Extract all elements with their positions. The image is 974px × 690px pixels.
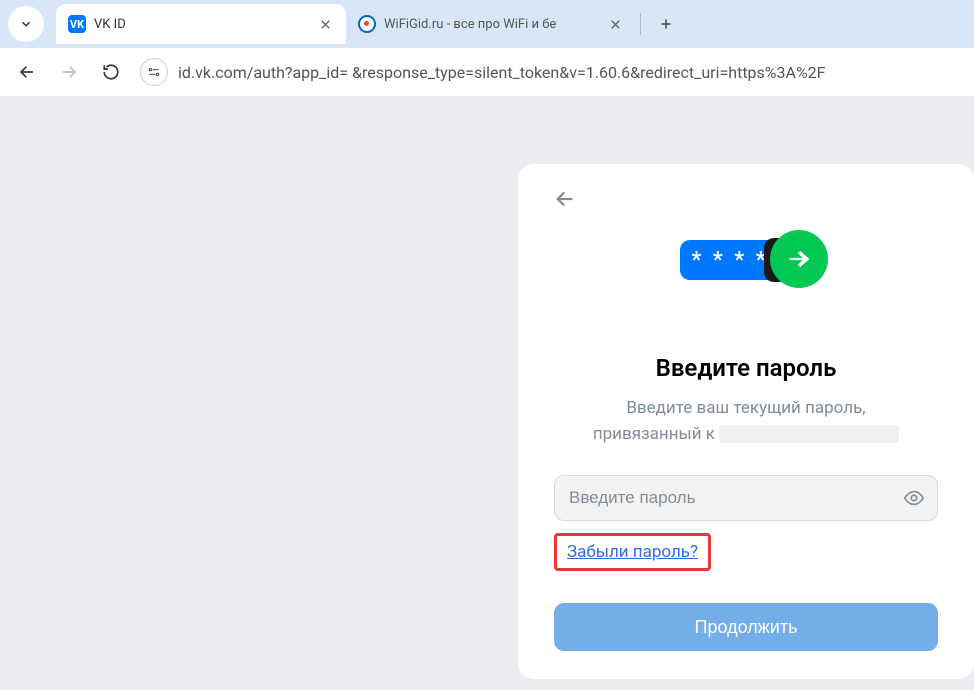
plus-icon	[658, 16, 674, 32]
password-field-wrap	[554, 475, 938, 521]
browser-chrome: VK VK ID WiFiGid.ru - все про WiFi и бе	[0, 0, 974, 96]
back-button[interactable]	[10, 55, 44, 89]
password-input[interactable]	[554, 475, 938, 521]
tab-title: WiFiGid.ru - все про WiFi и бе	[384, 17, 598, 32]
hero-arrow-circle-icon	[770, 230, 828, 288]
tab-title: VK ID	[94, 17, 308, 32]
card-subheading: Введите ваш текущий пароль, привязанный …	[554, 396, 938, 447]
nav-bar: id.vk.com/auth?app_id= &response_type=si…	[0, 48, 974, 96]
redacted-account	[719, 425, 899, 443]
forgot-password-link[interactable]: Забыли пароль?	[567, 542, 698, 562]
tab-wifigid[interactable]: WiFiGid.ru - все про WiFi и бе	[346, 4, 636, 44]
tabs-dropdown-button[interactable]	[8, 6, 44, 42]
tab-close-button[interactable]	[316, 15, 334, 33]
toggle-password-visibility-button[interactable]	[900, 484, 928, 512]
close-icon	[319, 18, 332, 31]
tab-vk-id[interactable]: VK VK ID	[56, 4, 346, 44]
vk-favicon-icon: VK	[68, 15, 86, 33]
subheading-line2-prefix: привязанный к	[593, 424, 715, 444]
arrow-left-icon	[18, 63, 36, 81]
tab-close-button[interactable]	[606, 15, 624, 33]
page-content: * * * * Введите пароль Введите ваш текущ…	[0, 96, 974, 690]
card-back-button[interactable]	[554, 188, 582, 216]
forgot-password-highlight: Забыли пароль?	[554, 533, 711, 571]
close-icon	[609, 18, 622, 31]
password-card: * * * * Введите пароль Введите ваш текущ…	[518, 164, 974, 679]
eye-icon	[903, 487, 925, 509]
card-heading: Введите пароль	[554, 354, 938, 382]
site-settings-icon[interactable]	[140, 58, 168, 86]
reload-button[interactable]	[94, 55, 128, 89]
address-bar[interactable]: id.vk.com/auth?app_id= &response_type=si…	[136, 55, 964, 89]
arrow-right-icon	[60, 63, 78, 81]
hero-graphic: * * * *	[554, 234, 938, 294]
arrow-left-icon	[554, 188, 576, 210]
chevron-down-icon	[19, 17, 33, 31]
subheading-line1: Введите ваш текущий пароль,	[626, 398, 865, 418]
tab-strip: VK VK ID WiFiGid.ru - все про WiFi и бе	[0, 0, 974, 48]
reload-icon	[102, 63, 120, 81]
forward-button[interactable]	[52, 55, 86, 89]
new-tab-button[interactable]	[651, 9, 681, 39]
tab-separator	[640, 13, 641, 35]
url-text: id.vk.com/auth?app_id= &response_type=si…	[178, 63, 826, 82]
wifi-favicon-icon	[358, 15, 376, 33]
continue-button[interactable]: Продолжить	[554, 603, 938, 651]
